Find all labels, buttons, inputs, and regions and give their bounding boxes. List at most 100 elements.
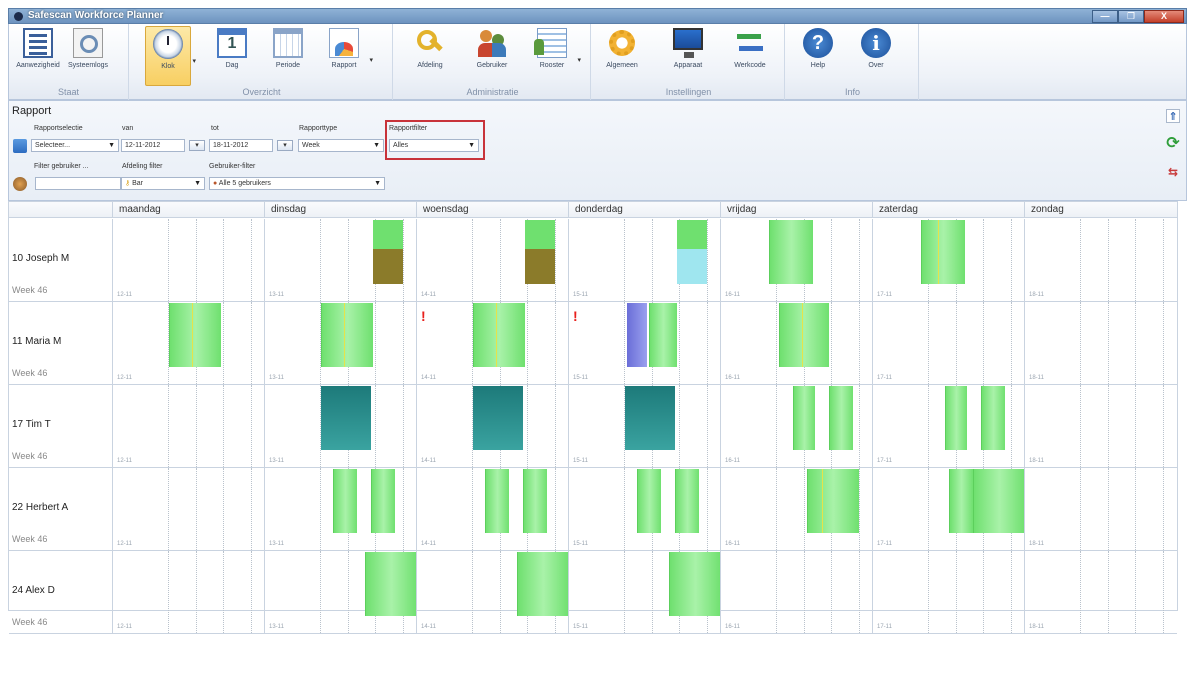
day-cell[interactable]: 17-11 bbox=[872, 551, 1024, 633]
shift-block[interactable] bbox=[675, 469, 699, 533]
shift-block[interactable] bbox=[669, 552, 721, 616]
refresh-icon[interactable]: ⟳ bbox=[1166, 136, 1180, 152]
shift-block[interactable] bbox=[523, 469, 547, 533]
over-button[interactable]: i Over bbox=[853, 26, 899, 86]
shift-block[interactable] bbox=[637, 469, 661, 533]
day-cell[interactable]: 16-11 bbox=[720, 468, 872, 550]
day-cell[interactable]: 15-11 bbox=[568, 551, 721, 633]
swap-arrows-icon[interactable]: ⇆ bbox=[1166, 165, 1180, 179]
afdeling-button[interactable]: Afdeling bbox=[407, 26, 453, 86]
help-button[interactable]: ? Help bbox=[795, 26, 841, 86]
rapportfilter-select[interactable]: Alles ▼ bbox=[389, 139, 479, 152]
day-cell[interactable]: 18-11 bbox=[1024, 468, 1176, 550]
minimize-button[interactable]: — bbox=[1092, 10, 1118, 23]
shift-block[interactable] bbox=[769, 220, 813, 284]
shift-block[interactable] bbox=[485, 469, 509, 533]
day-cell[interactable]: 14-11 bbox=[416, 219, 568, 301]
shift-block[interactable] bbox=[169, 303, 221, 367]
day-cell[interactable]: 14-11 bbox=[416, 385, 568, 467]
planner-row[interactable]: 24 Alex D Week 46 12-11 13-11 14-11 15-11 16-1… bbox=[9, 551, 1177, 634]
shift-block[interactable] bbox=[793, 386, 815, 450]
day-cell[interactable]: 13-11 bbox=[264, 385, 416, 467]
shift-block[interactable] bbox=[973, 469, 1025, 533]
shift-block[interactable] bbox=[677, 220, 707, 284]
tot-calendar-button[interactable]: ▾ bbox=[277, 140, 293, 151]
shift-block[interactable] bbox=[371, 469, 395, 533]
shift-block[interactable] bbox=[625, 386, 675, 450]
day-cell[interactable]: 16-11 bbox=[720, 385, 872, 467]
aanwezigheid-button[interactable]: Aanwezigheid bbox=[15, 26, 61, 86]
periode-button[interactable]: Periode bbox=[265, 26, 311, 86]
maximize-button[interactable]: ❐ bbox=[1118, 10, 1144, 23]
day-cell[interactable]: 15-11 bbox=[568, 385, 720, 467]
shift-block[interactable] bbox=[921, 220, 965, 284]
shift-block[interactable] bbox=[649, 303, 677, 367]
planner-row[interactable]: 10 Joseph M Week 46 12-11 13-11 14-11 15-11 16… bbox=[9, 219, 1177, 302]
shift-block[interactable] bbox=[525, 220, 555, 284]
rapporttype-select[interactable]: Week ▼ bbox=[298, 139, 384, 152]
shift-block[interactable] bbox=[779, 303, 829, 367]
klok-dropdown-arrow[interactable]: ▾ bbox=[192, 57, 196, 65]
close-button[interactable]: X bbox=[1144, 10, 1184, 23]
day-cell[interactable]: 18-11 bbox=[1024, 302, 1176, 384]
day-cell[interactable]: 15-11 bbox=[568, 219, 720, 301]
day-cell[interactable]: 17-11 bbox=[872, 468, 1025, 550]
shift-block[interactable] bbox=[473, 303, 525, 367]
warning-icon[interactable]: ! bbox=[573, 308, 578, 324]
report-icon[interactable] bbox=[13, 139, 27, 153]
day-cell[interactable]: 12-11 bbox=[112, 219, 264, 301]
shift-block[interactable] bbox=[473, 386, 523, 450]
tot-date-input[interactable]: 18-11-2012 bbox=[209, 139, 273, 152]
systeemlogs-button[interactable]: Systeemlogs bbox=[65, 26, 111, 86]
day-cell[interactable]: 16-11 bbox=[720, 302, 872, 384]
day-cell[interactable]: 13-11 bbox=[264, 302, 416, 384]
day-cell[interactable]: 12-11 bbox=[112, 551, 264, 633]
day-cell[interactable]: 14-11! bbox=[416, 302, 568, 384]
day-cell[interactable]: 16-11 bbox=[720, 551, 872, 633]
shift-block[interactable] bbox=[321, 386, 371, 450]
day-cell[interactable]: 15-11 bbox=[568, 468, 720, 550]
day-cell[interactable]: 13-11 bbox=[264, 551, 417, 633]
shift-block[interactable] bbox=[365, 552, 417, 616]
warning-icon[interactable]: ! bbox=[421, 308, 426, 324]
day-cell[interactable]: 16-11 bbox=[720, 219, 872, 301]
day-cell[interactable]: 18-11 bbox=[1024, 385, 1176, 467]
shift-block[interactable] bbox=[321, 303, 373, 367]
day-cell[interactable]: 17-11 bbox=[872, 219, 1024, 301]
filter-gebruiker-input[interactable] bbox=[35, 177, 121, 190]
planner-row[interactable]: 11 Maria M Week 46 12-11 13-11 14-11! 15-11! 1… bbox=[9, 302, 1177, 385]
rapport-button[interactable]: Rapport ▾ bbox=[321, 26, 373, 86]
afdeling-filter-select[interactable]: ⚷ Bar ▼ bbox=[121, 177, 205, 190]
shift-block[interactable] bbox=[829, 386, 853, 450]
algemeen-button[interactable]: Algemeen bbox=[599, 26, 645, 86]
day-cell[interactable]: 15-11! bbox=[568, 302, 720, 384]
rapport-dropdown-arrow[interactable]: ▾ bbox=[369, 56, 373, 64]
shift-block[interactable] bbox=[949, 469, 973, 533]
klok-button[interactable]: Klok ▾ bbox=[145, 26, 196, 86]
day-cell[interactable]: 14-11 bbox=[416, 551, 569, 633]
day-cell[interactable]: 13-11 bbox=[264, 468, 416, 550]
day-cell[interactable]: 18-11 bbox=[1024, 551, 1176, 633]
rooster-button[interactable]: Rooster ▾ bbox=[529, 26, 581, 86]
shift-block[interactable] bbox=[627, 303, 647, 367]
van-calendar-button[interactable]: ▾ bbox=[189, 140, 205, 151]
werkcode-button[interactable]: Werkcode bbox=[727, 26, 773, 86]
dag-button[interactable]: Dag bbox=[209, 26, 255, 86]
shift-block[interactable] bbox=[807, 469, 859, 533]
shift-block[interactable] bbox=[333, 469, 357, 533]
day-cell[interactable]: 17-11 bbox=[872, 302, 1024, 384]
shift-block[interactable] bbox=[945, 386, 967, 450]
gebruiker-filter-select[interactable]: ● Alle 5 gebruikers ▼ bbox=[209, 177, 385, 190]
day-cell[interactable]: 12-11 bbox=[112, 302, 264, 384]
shift-block[interactable] bbox=[373, 220, 403, 284]
collapse-up-icon[interactable]: ⇑ bbox=[1166, 109, 1180, 123]
rapportselectie-select[interactable]: Selecteer... ▼ bbox=[31, 139, 119, 152]
day-cell[interactable]: 18-11 bbox=[1024, 219, 1176, 301]
gebruiker-button[interactable]: Gebruiker bbox=[469, 26, 515, 86]
day-cell[interactable]: 14-11 bbox=[416, 468, 568, 550]
day-cell[interactable]: 17-11 bbox=[872, 385, 1024, 467]
day-cell[interactable]: 13-11 bbox=[264, 219, 416, 301]
day-cell[interactable]: 12-11 bbox=[112, 468, 264, 550]
shift-block[interactable] bbox=[981, 386, 1005, 450]
apparaat-button[interactable]: Apparaat bbox=[665, 26, 711, 86]
